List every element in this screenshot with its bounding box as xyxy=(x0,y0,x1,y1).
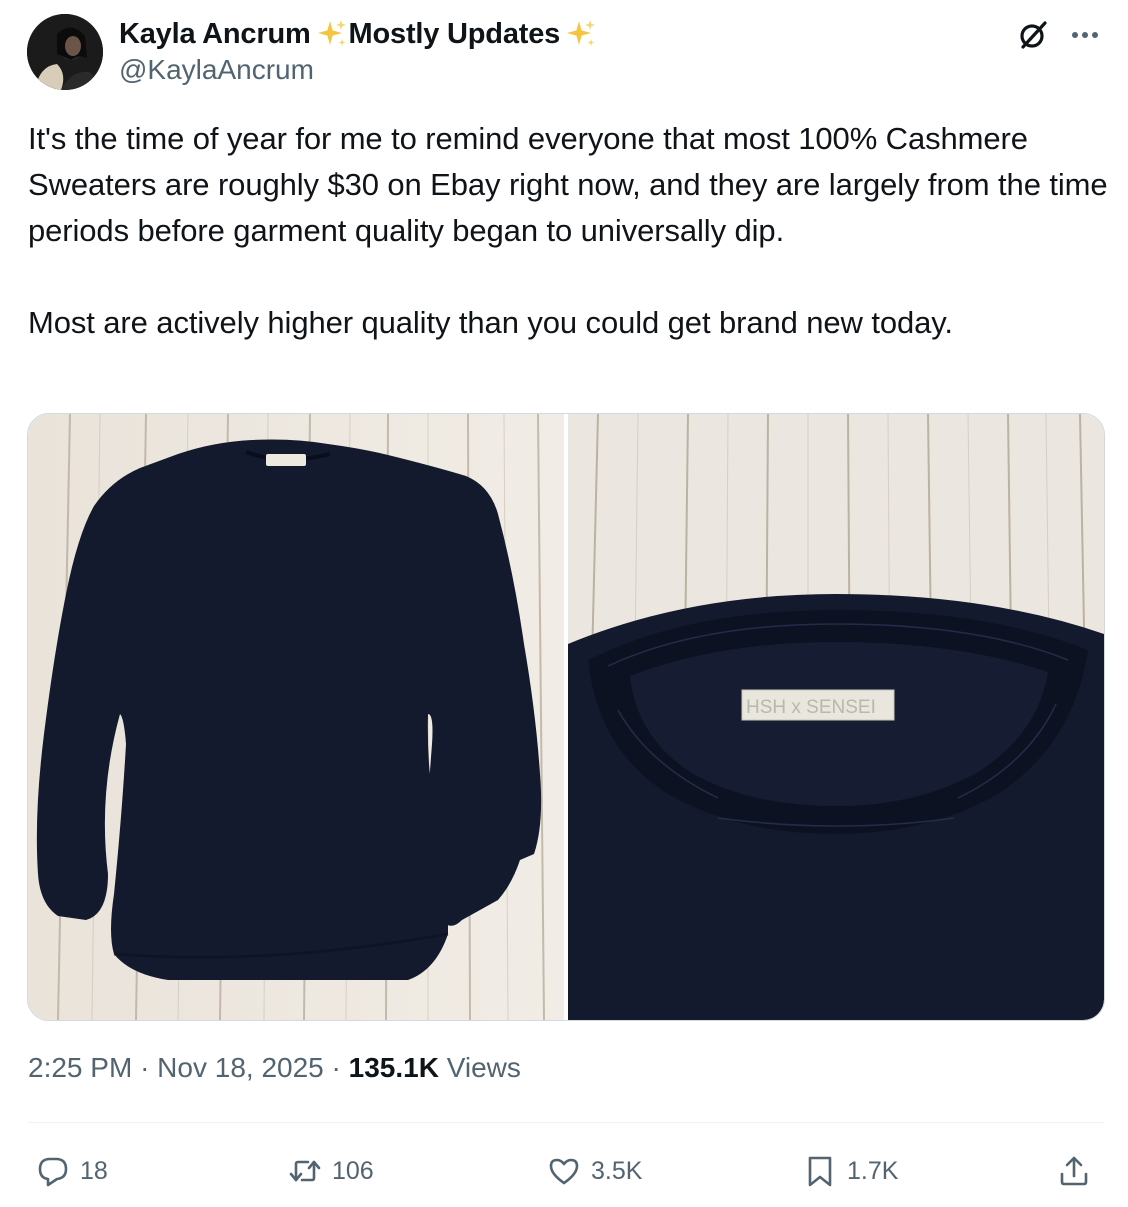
reply-icon xyxy=(38,1157,68,1187)
like-count: 3.5K xyxy=(591,1156,643,1185)
sweater-tag-text: HSH x SENSEI xyxy=(746,697,876,718)
tweet-media: HSH x SENSEI xyxy=(27,413,1105,1021)
divider xyxy=(28,1122,1104,1123)
meta-separator: · xyxy=(331,1052,341,1083)
avatar[interactable] xyxy=(27,14,103,90)
more-icon[interactable] xyxy=(1066,18,1104,52)
media-image-sweater-full[interactable] xyxy=(28,414,564,1020)
sparkles-icon xyxy=(315,17,349,51)
bookmark-button[interactable]: 1.7K xyxy=(803,1146,898,1196)
grok-icon[interactable] xyxy=(1016,18,1050,52)
author-name-suffix[interactable]: Mostly Updates xyxy=(349,18,561,51)
author-name-row[interactable]: Kayla Ancrum Mostly Updates xyxy=(119,14,598,54)
like-button[interactable]: 3.5K xyxy=(547,1146,642,1196)
reply-button[interactable]: 18 xyxy=(36,1146,108,1196)
reply-count: 18 xyxy=(80,1156,108,1185)
bookmark-icon xyxy=(808,1156,832,1187)
tweet-time[interactable]: 2:25 PM xyxy=(28,1052,132,1083)
media-image-sweater-collar[interactable]: HSH x SENSEI xyxy=(568,414,1104,1020)
bookmark-count: 1.7K xyxy=(847,1156,899,1185)
views-label: Views xyxy=(446,1052,521,1083)
tweet-card: Kayla Ancrum Mostly Updates @KaylaAncrum xyxy=(0,0,1128,1207)
tweet-meta: 2:25 PM · Nov 18, 2025 · 135.1K Views xyxy=(28,1052,521,1084)
share-button[interactable] xyxy=(1057,1146,1091,1196)
tweet-text: It's the time of year for me to remind e… xyxy=(28,116,1108,346)
meta-separator: · xyxy=(140,1052,150,1083)
retweet-count: 106 xyxy=(332,1156,374,1185)
sparkles-icon xyxy=(564,17,598,51)
tweet-date[interactable]: Nov 18, 2025 xyxy=(157,1052,324,1083)
author-display-name[interactable]: Kayla Ancrum xyxy=(119,18,311,51)
action-bar: 18 106 3.5K 1.7K xyxy=(0,1146,1128,1196)
views-count: 135.1K xyxy=(348,1052,439,1083)
retweet-icon xyxy=(289,1160,321,1182)
share-icon xyxy=(1060,1156,1088,1186)
heart-icon xyxy=(549,1158,579,1185)
author-handle[interactable]: @KaylaAncrum xyxy=(119,54,314,86)
tweet-paragraph: It's the time of year for me to remind e… xyxy=(28,121,1108,248)
retweet-button[interactable]: 106 xyxy=(288,1146,374,1196)
avatar-image xyxy=(27,14,103,90)
tweet-paragraph: Most are actively higher quality than yo… xyxy=(28,305,953,340)
